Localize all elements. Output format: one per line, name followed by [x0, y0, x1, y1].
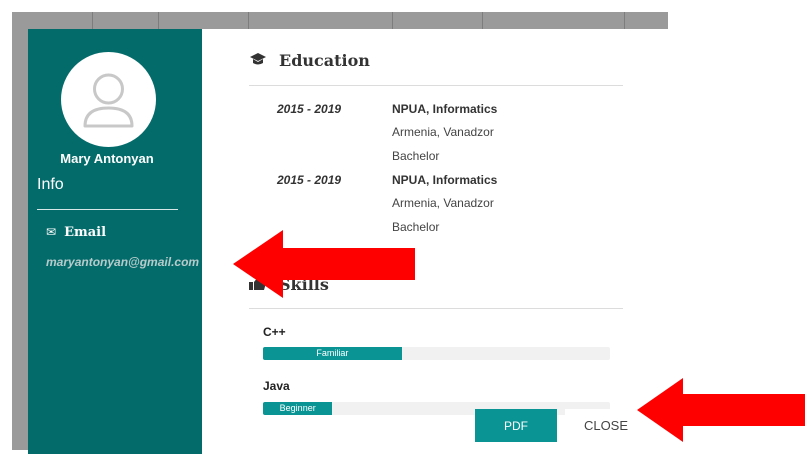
envelope-icon: ✉: [46, 225, 57, 239]
email-label: ✉ Email: [46, 225, 106, 240]
skill-progress-fill: Beginner: [263, 402, 333, 415]
education-degree: Bachelor: [392, 149, 440, 163]
profile-name: Mary Antonyan: [60, 151, 154, 166]
avatar: [61, 52, 156, 147]
email-label-text: Email: [64, 225, 107, 240]
skill-name: Java: [263, 379, 290, 393]
education-heading: Education: [249, 51, 370, 70]
annotation-arrow-left-icon: [233, 230, 415, 298]
annotation-arrow-left-icon: [637, 378, 805, 442]
profile-sidebar: Mary Antonyan Info ✉ Email maryantonyan@g…: [28, 29, 202, 454]
skill-progress-bar: Familiar: [263, 347, 610, 360]
skill-progress-fill: Familiar: [263, 347, 402, 360]
pdf-button[interactable]: PDF: [475, 409, 557, 442]
close-button[interactable]: CLOSE: [565, 409, 647, 442]
education-location: Armenia, Vanadzor: [392, 125, 494, 139]
email-value: maryantonyan@gmail.com: [46, 255, 200, 269]
skill-progress-bar: Beginner: [263, 402, 610, 415]
education-years: 2015 - 2019: [277, 102, 342, 116]
education-location: Armenia, Vanadzor: [392, 196, 494, 210]
graduation-cap-icon: [249, 52, 271, 70]
education-school: NPUA, Informatics: [392, 173, 498, 187]
education-divider: [249, 85, 623, 86]
education-title: Education: [279, 51, 370, 70]
education-years: 2015 - 2019: [277, 173, 342, 187]
skills-divider: [249, 308, 623, 309]
education-school: NPUA, Informatics: [392, 102, 498, 116]
skill-name: C++: [263, 325, 286, 339]
sidebar-divider: [37, 209, 178, 210]
info-heading: Info: [37, 176, 64, 193]
user-icon: [83, 73, 134, 128]
education-degree: Bachelor: [392, 220, 440, 234]
